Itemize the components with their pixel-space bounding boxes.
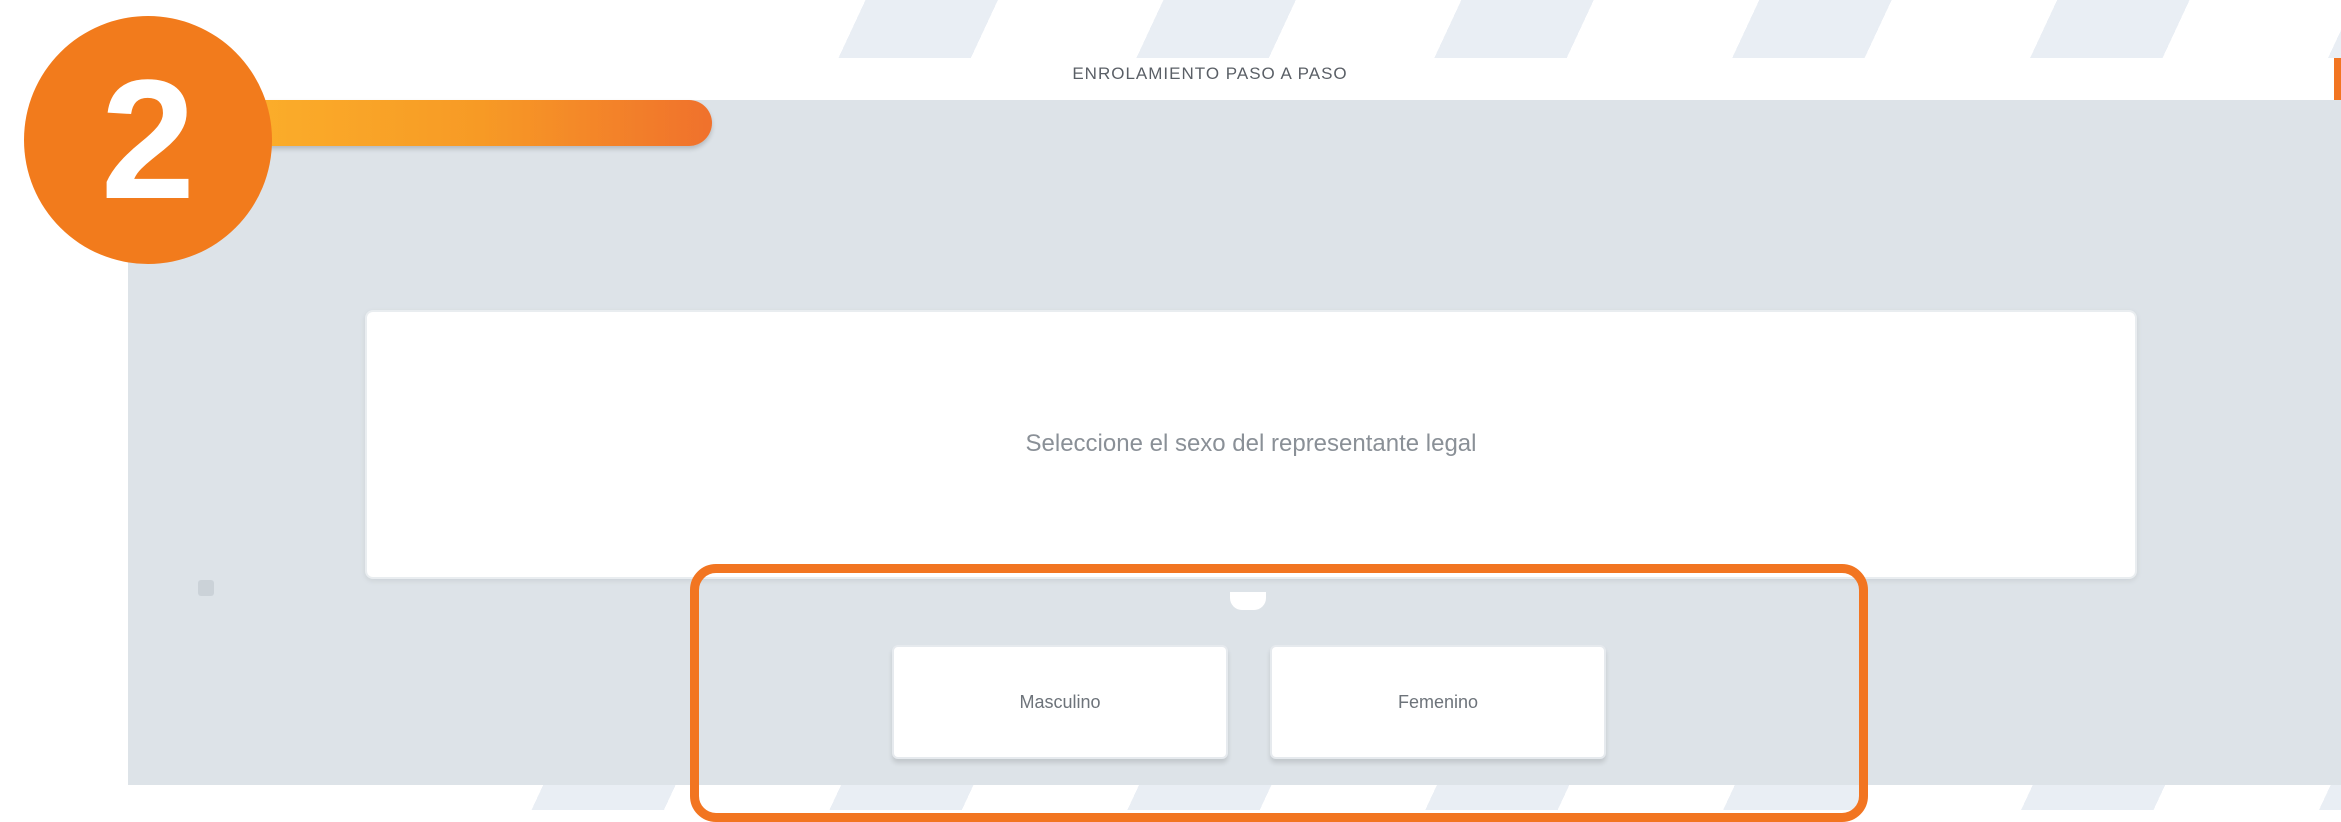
side-marker <box>198 580 214 596</box>
header-accent <box>2334 58 2341 100</box>
question-text: Seleccione el sexo del representante leg… <box>1025 430 1477 457</box>
question-card: Seleccione el sexo del representante leg… <box>365 310 2137 579</box>
options-highlight <box>690 564 1868 822</box>
step-number-badge: 2 <box>24 16 272 264</box>
page-title: ENROLAMIENTO PASO A PASO <box>1072 64 1348 83</box>
progress-bar <box>200 100 712 146</box>
